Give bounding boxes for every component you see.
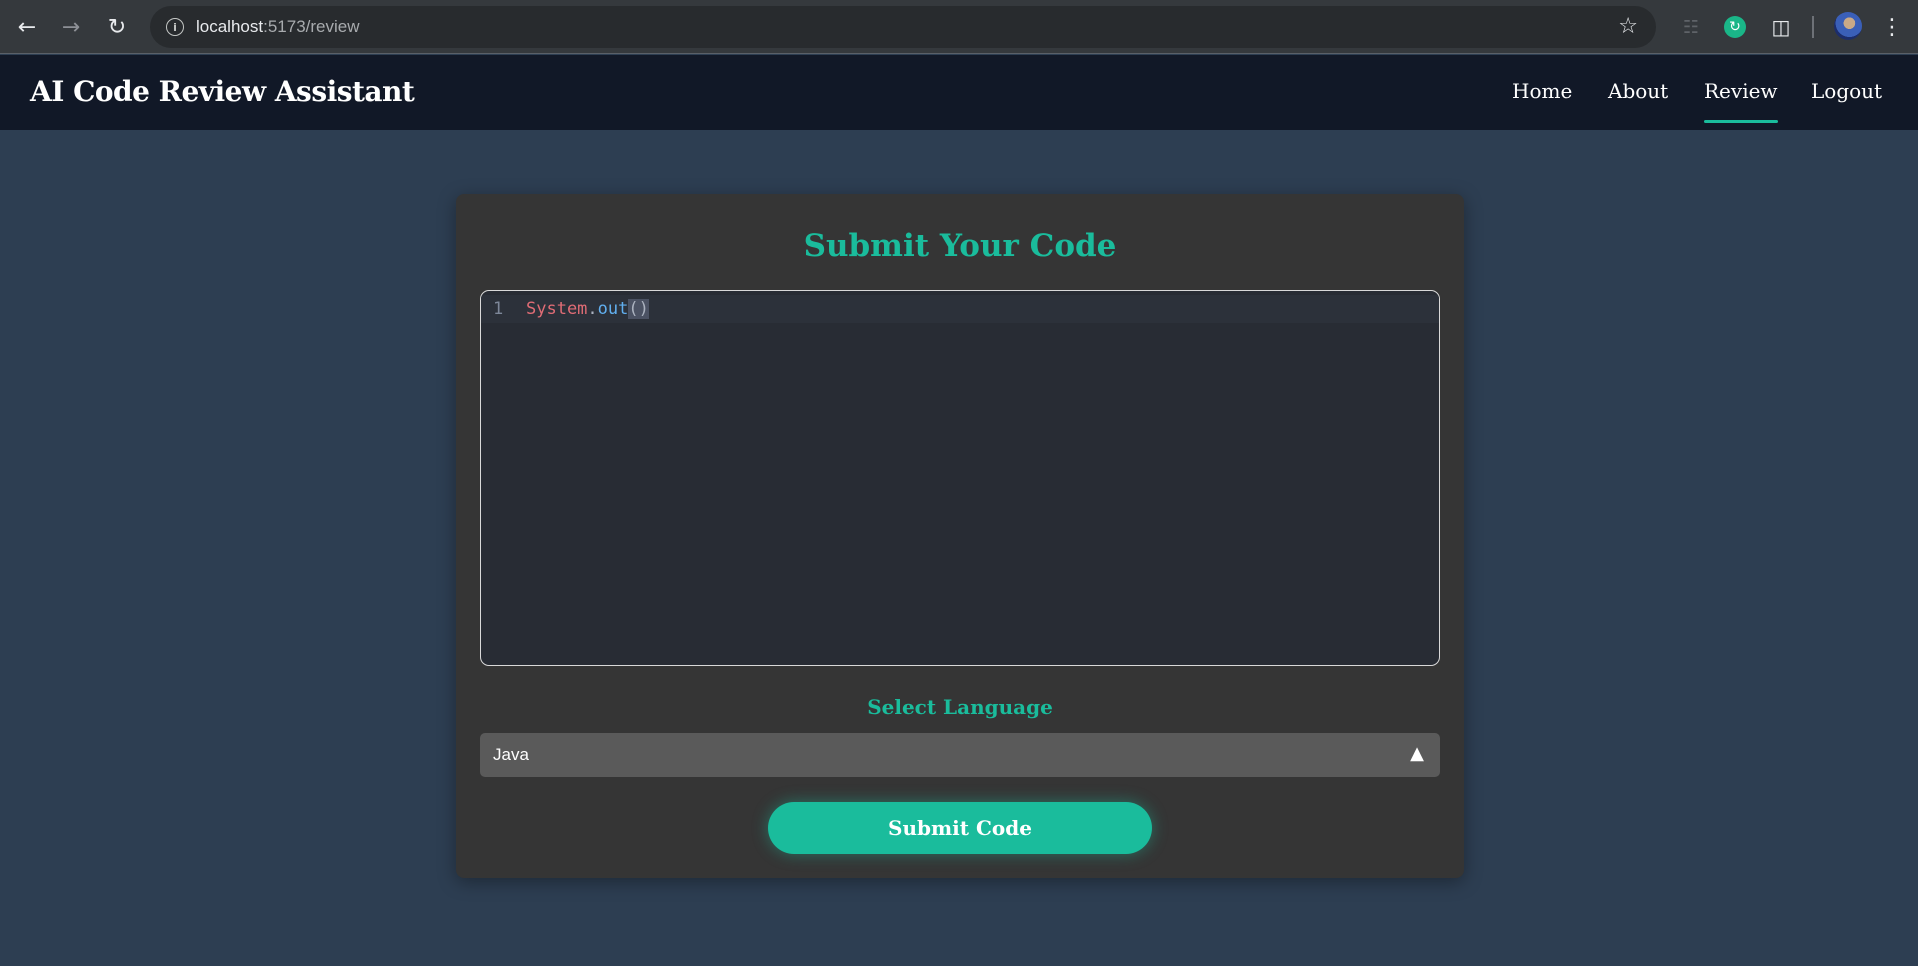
code-token: System — [526, 299, 588, 319]
editor-active-line[interactable]: 1 System.out() — [481, 295, 1439, 323]
nav-review[interactable]: Review — [1704, 79, 1778, 123]
extensions-puzzle-icon[interactable]: ◫ — [1766, 12, 1796, 42]
code-token-selected: () — [628, 299, 649, 319]
forward-icon[interactable]: → — [56, 12, 86, 42]
url-path: :5173/review — [263, 17, 360, 36]
language-select[interactable]: Java ▲ — [480, 733, 1440, 777]
nav-home[interactable]: Home — [1512, 79, 1572, 103]
code-editor[interactable]: 1 System.out() — [480, 290, 1440, 666]
dropdown-arrow-icon: ▲ — [1410, 743, 1424, 764]
address-bar[interactable]: i localhost:5173/review ☆ — [150, 6, 1656, 48]
reload-icon[interactable]: ↻ — [102, 12, 132, 42]
card-title: Submit Your Code — [803, 228, 1117, 264]
brand-title: AI Code Review Assistant — [30, 75, 415, 108]
code-token: out — [597, 299, 629, 319]
browser-menu-icon[interactable]: ⋮ — [1880, 12, 1904, 42]
bookmark-star-icon[interactable]: ☆ — [1618, 14, 1638, 39]
site-info-icon[interactable]: i — [166, 18, 184, 36]
toolbar-divider — [1812, 16, 1814, 38]
url-text[interactable]: localhost:5173/review — [196, 17, 360, 37]
extension-sync-icon[interactable]: ↻ — [1720, 12, 1750, 42]
submit-code-card: Submit Your Code 1 System.out() Select L… — [456, 194, 1464, 878]
code-line[interactable]: System.out() — [526, 299, 649, 319]
extension-gray-icon[interactable]: ☷ — [1676, 12, 1706, 42]
app-header: AI Code Review Assistant Home About Revi… — [0, 55, 1918, 130]
language-selected-value: Java — [493, 745, 529, 764]
language-label: Select Language — [867, 695, 1053, 719]
nav-about[interactable]: About — [1608, 79, 1668, 103]
line-number: 1 — [493, 299, 504, 319]
code-token: . — [587, 299, 598, 319]
profile-avatar[interactable] — [1834, 12, 1862, 40]
nav-logout[interactable]: Logout — [1811, 79, 1882, 103]
url-host: localhost — [196, 17, 264, 36]
submit-code-button[interactable]: Submit Code — [768, 802, 1152, 854]
back-icon[interactable]: ← — [12, 12, 42, 42]
browser-toolbar: ← → ↻ i localhost:5173/review ☆ ☷ ↻ ◫ ⋮ — [0, 0, 1918, 54]
